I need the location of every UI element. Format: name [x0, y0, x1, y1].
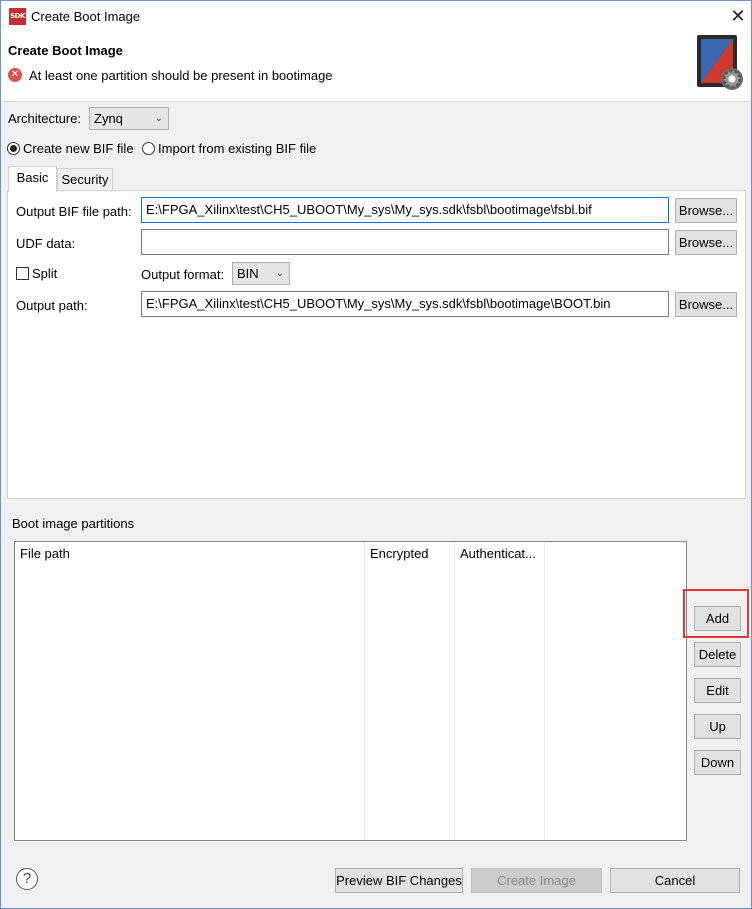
- column-header-encrypted[interactable]: Encrypted: [370, 546, 455, 561]
- split-checkbox[interactable]: [16, 267, 29, 280]
- column-divider: [364, 542, 365, 840]
- preview-bif-button[interactable]: Preview BIF Changes: [335, 868, 463, 893]
- output-path-label: Output path:: [16, 298, 88, 313]
- help-icon[interactable]: ?: [16, 868, 38, 890]
- import-bif-label[interactable]: Import from existing BIF file: [158, 141, 316, 156]
- create-image-button[interactable]: Create Image: [471, 868, 602, 893]
- partitions-table[interactable]: File path Encrypted Authenticat...: [14, 541, 687, 841]
- browse-bif-button[interactable]: Browse...: [675, 198, 737, 223]
- delete-button[interactable]: Delete: [694, 642, 741, 667]
- boot-image-gear-icon: [697, 35, 743, 90]
- column-header-file-path[interactable]: File path: [20, 546, 360, 561]
- tab-basic[interactable]: Basic: [8, 166, 57, 192]
- create-new-bif-radio[interactable]: [7, 142, 20, 155]
- column-header-authenticated[interactable]: Authenticat...: [460, 546, 544, 561]
- add-button[interactable]: Add: [694, 606, 741, 631]
- architecture-label: Architecture:: [8, 111, 81, 126]
- split-label[interactable]: Split: [32, 266, 57, 281]
- output-bif-label: Output BIF file path:: [16, 204, 132, 219]
- page-title: Create Boot Image: [8, 43, 123, 58]
- partitions-group-label: Boot image partitions: [12, 516, 135, 531]
- udf-field[interactable]: [141, 229, 669, 255]
- error-icon: ✕: [8, 68, 22, 82]
- error-message: At least one partition should be present…: [29, 68, 333, 83]
- edit-button[interactable]: Edit: [694, 678, 741, 703]
- browse-output-button[interactable]: Browse...: [675, 292, 737, 317]
- title-bar: SDK Create Boot Image ✕: [1, 1, 751, 33]
- tab-security[interactable]: Security: [57, 168, 113, 192]
- create-new-bif-label[interactable]: Create new BIF file: [23, 141, 134, 156]
- output-format-label: Output format:: [141, 267, 225, 282]
- up-button[interactable]: Up: [694, 714, 741, 739]
- down-button[interactable]: Down: [694, 750, 741, 775]
- import-bif-radio[interactable]: [142, 142, 155, 155]
- window-title: Create Boot Image: [31, 9, 141, 24]
- column-divider: [544, 542, 545, 840]
- create-boot-image-dialog: SDK Create Boot Image ✕ Create Boot Imag…: [0, 0, 752, 909]
- output-format-select[interactable]: BIN ⌄: [232, 262, 290, 285]
- column-divider: [454, 542, 455, 840]
- chevron-down-icon: ⌄: [275, 268, 284, 279]
- output-path-field[interactable]: E:\FPGA_Xilinx\test\CH5_UBOOT\My_sys\My_…: [141, 291, 669, 317]
- close-icon[interactable]: ✕: [725, 3, 751, 29]
- architecture-select[interactable]: Zynq ⌄: [89, 107, 169, 130]
- sdk-app-icon: SDK: [9, 8, 26, 25]
- udf-label: UDF data:: [16, 236, 76, 251]
- browse-udf-button[interactable]: Browse...: [675, 230, 737, 255]
- output-format-value: BIN: [237, 266, 259, 281]
- cancel-button[interactable]: Cancel: [610, 868, 740, 893]
- architecture-value: Zynq: [94, 111, 123, 126]
- chevron-down-icon: ⌄: [154, 113, 163, 124]
- output-bif-field[interactable]: E:\FPGA_Xilinx\test\CH5_UBOOT\My_sys\My_…: [141, 197, 669, 223]
